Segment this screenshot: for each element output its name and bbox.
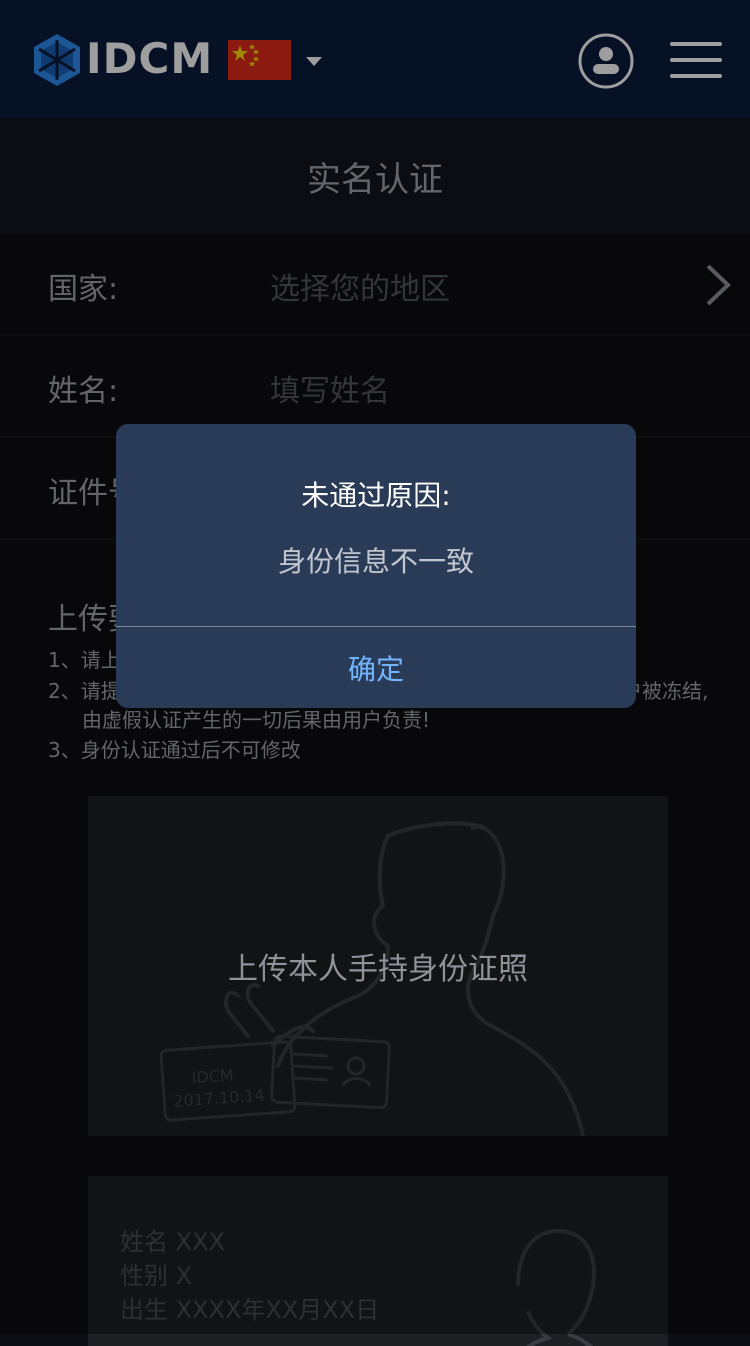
dialog-title: 未通过原因:	[301, 479, 451, 512]
dialog-message: 身份信息不一致	[277, 545, 474, 578]
confirm-button[interactable]: 确定	[116, 627, 636, 708]
rejection-reason-dialog: 未通过原因: 身份信息不一致 确定	[116, 424, 636, 708]
upload-photo-label: 上传本人手持身份证照	[228, 952, 528, 987]
